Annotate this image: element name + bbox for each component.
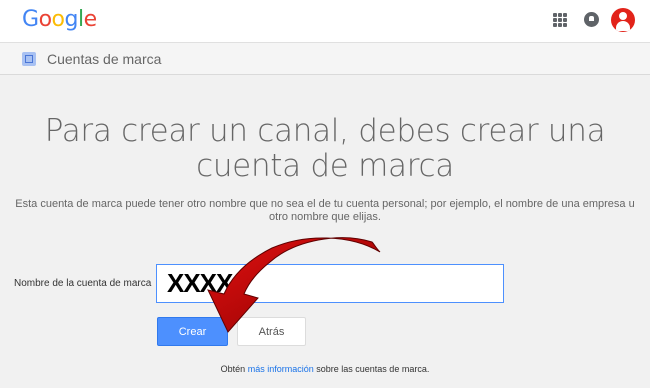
back-button[interactable]: Atrás — [237, 317, 306, 346]
more-info-link[interactable]: más información — [248, 364, 314, 374]
google-logo[interactable]: Google — [22, 7, 97, 32]
logo-letter: g — [64, 7, 79, 32]
logo-letter: e — [83, 7, 98, 32]
brand-name-input[interactable]: XXXX — [156, 264, 504, 303]
logo-letter: o — [51, 7, 65, 32]
create-button[interactable]: Crear — [157, 317, 228, 346]
top-bar: Google — [0, 0, 650, 42]
main-content: Para crear un canal, debes crear una cue… — [0, 76, 650, 388]
brand-account-icon — [22, 52, 36, 66]
page-headline: Para crear un canal, debes crear una cue… — [0, 114, 650, 184]
footer-suffix: sobre las cuentas de marca. — [316, 364, 430, 374]
account-avatar[interactable] — [611, 8, 635, 32]
subbar-title: Cuentas de marca — [47, 51, 162, 67]
footer-prefix: Obtén — [220, 364, 246, 374]
logo-letter: o — [38, 7, 52, 32]
brand-accounts-bar: Cuentas de marca — [0, 42, 650, 75]
headline-line-1: Para crear un canal, debes crear una — [44, 113, 606, 149]
description-text: Esta cuenta de marca puede tener otro no… — [15, 198, 635, 223]
avatar-body — [616, 21, 630, 31]
notifications-icon[interactable] — [584, 12, 599, 27]
apps-grid-icon[interactable] — [553, 13, 567, 27]
brand-name-label: Nombre de la cuenta de marca — [14, 278, 152, 289]
logo-letter: G — [22, 7, 39, 32]
headline-line-2: cuenta de marca — [196, 148, 454, 184]
avatar-head — [619, 12, 627, 20]
footer-info: Obtén más información sobre las cuentas … — [0, 364, 650, 374]
